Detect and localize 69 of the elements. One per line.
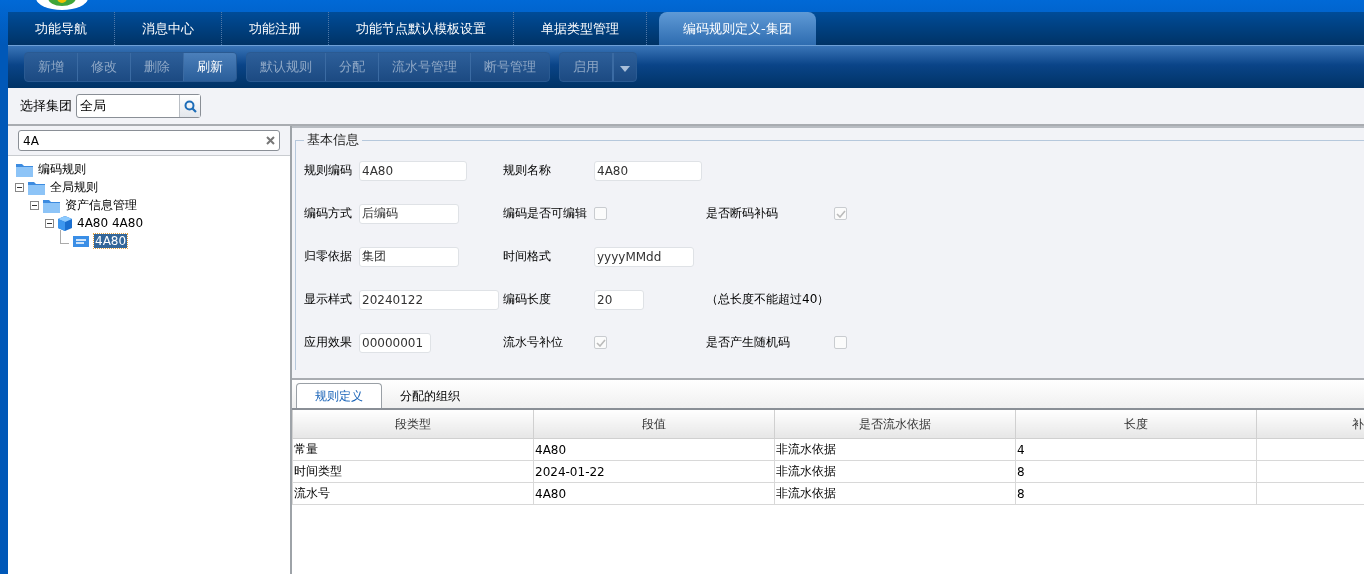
column-header[interactable]: 长度 [1124,416,1148,431]
table-cell: 常量 [294,442,318,456]
minus-icon [32,202,37,208]
field-label: 规则名称 [503,162,552,179]
cube-icon [57,214,73,232]
search-icon [183,99,197,113]
text-field[interactable]: 20240122 [359,289,499,310]
table-cell: 非流水依据 [776,442,836,456]
collapse-toggle[interactable] [30,200,39,210]
table-cell: 流水号 [294,486,330,500]
table-cell: 4A80 [535,486,567,501]
tree-item[interactable]: 4A80 [94,234,128,248]
close-icon [266,136,275,145]
field-label: 流水号补位 [503,334,564,351]
field-label: 编码长度 [503,291,552,308]
table-cell: 4 [1017,442,1025,457]
collapse-toggle[interactable] [15,182,24,192]
table-cell: 4A80 [535,442,567,457]
nav-tab[interactable]: 编码规则定义-集团 [659,12,816,45]
tree-item[interactable]: 4A80 4A80 [76,216,145,230]
tree-item[interactable]: 资产信息管理 [64,196,138,214]
field-label: 选择集团 [20,97,72,115]
text-field[interactable]: 00000001 [359,332,431,353]
field-label: 编码方式 [304,205,353,222]
table-cell: 非流水依据 [776,464,836,478]
field-label: 是否断码补码 [706,205,779,222]
check-icon [595,338,606,347]
field-label: 应用效果 [304,334,353,351]
table-cell: 8 [1017,464,1025,479]
column-header[interactable]: 补 [1352,416,1364,431]
text-field[interactable]: 4A80 [359,160,467,181]
text-field[interactable]: 20 [594,289,644,310]
checkbox[interactable] [594,207,607,220]
column-header[interactable]: 段类型 [395,416,431,431]
tree-search-field[interactable]: 4A [18,130,280,151]
checkbox[interactable] [834,207,847,220]
text-field[interactable]: yyyyMMdd [594,246,694,267]
table-cell: 非流水依据 [776,486,836,500]
caret-icon [620,65,630,72]
detail-tab[interactable]: 规则定义 [296,383,382,408]
tree-item[interactable]: 全局规则 [49,178,99,196]
collapse-toggle[interactable] [45,218,54,228]
field-label: 归零依据 [304,248,353,265]
group-select-input[interactable]: 全局 [77,98,179,114]
minus-icon [17,184,22,190]
text-field[interactable]: 集团 [359,246,459,267]
column-header[interactable]: 段值 [642,416,666,431]
detail-tab[interactable]: 分配的组织 [382,384,478,408]
field-label: 规则编码 [304,162,353,179]
checkbox[interactable] [834,336,847,349]
search-button[interactable] [179,95,200,117]
text-field[interactable]: 4A80 [594,160,702,181]
table-cell: 2024-01-22 [535,464,605,479]
field-label: 编码是否可编辑 [503,205,588,222]
tree-item[interactable]: 编码规则 [37,160,87,178]
checkbox[interactable] [594,336,607,349]
minus-icon [47,220,52,226]
table-cell: 8 [1017,486,1025,501]
check-icon [835,209,846,218]
text-field[interactable]: 后编码 [359,203,459,224]
field-label: 是否产生随机码 [706,334,791,351]
table-cell: 时间类型 [294,464,342,478]
field-label: 显示样式 [304,291,353,308]
toolbar-button[interactable]: 刷新 [184,53,236,81]
column-header[interactable]: 是否流水依据 [859,416,931,431]
hint-text: （总长度不能超过40） [706,291,830,308]
group-select-field[interactable]: 全局 [76,94,201,118]
section-title: 基本信息 [306,132,360,149]
field-label: 时间格式 [503,248,552,265]
